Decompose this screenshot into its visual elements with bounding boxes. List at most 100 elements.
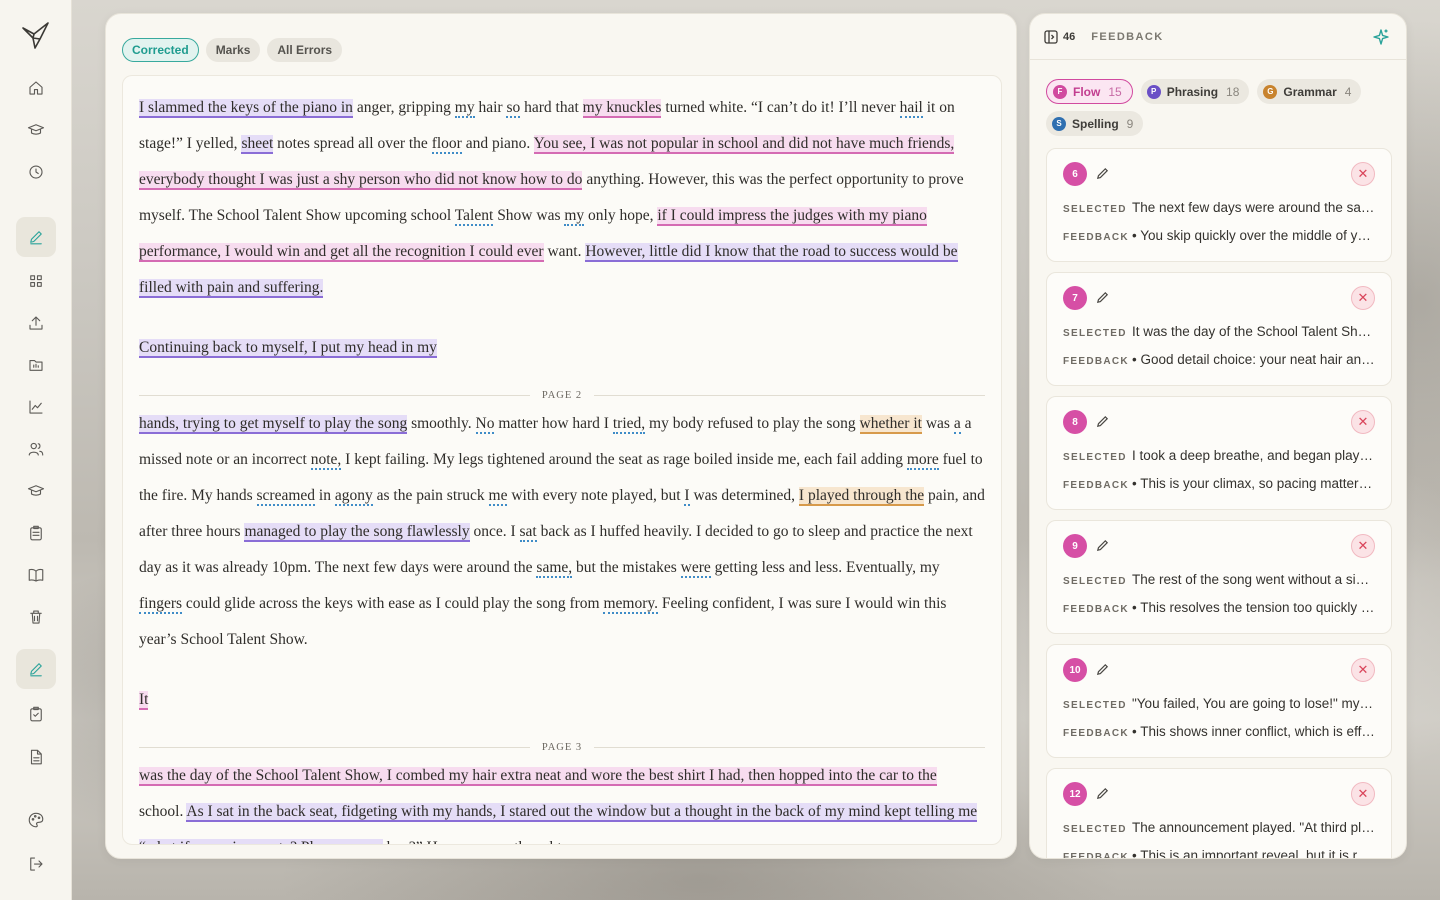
feedback-card[interactable]: 12 ✕ SELECTED The announcement played. "A… bbox=[1046, 768, 1392, 859]
feedback-card[interactable]: 8 ✕ SELECTED I took a deep breathe, and b… bbox=[1046, 396, 1392, 510]
feedback-cards: 6 ✕ SELECTED The next few days were aroun… bbox=[1046, 148, 1392, 859]
feedback-card[interactable]: 7 ✕ SELECTED It was the day of the School… bbox=[1046, 272, 1392, 386]
issue-number: 6 bbox=[1063, 162, 1087, 186]
issue-number: 10 bbox=[1063, 658, 1087, 682]
chip-count: 15 bbox=[1108, 84, 1122, 99]
chip-phrasing[interactable]: P Phrasing 18 bbox=[1140, 79, 1250, 104]
issue-number: 12 bbox=[1063, 782, 1087, 806]
chip-label: Grammar bbox=[1283, 84, 1337, 99]
pencil-icon[interactable] bbox=[1095, 662, 1110, 677]
feedback-panel: 46 FEEDBACK F Flow 15 P Phrasing 18 G Gr… bbox=[1029, 13, 1407, 859]
category-filters: F Flow 15 P Phrasing 18 G Grammar 4 S Sp… bbox=[1046, 79, 1386, 136]
home-icon[interactable] bbox=[16, 68, 56, 108]
collapse-panel-icon[interactable] bbox=[1044, 29, 1058, 44]
clipboard-icon[interactable] bbox=[16, 513, 56, 553]
dismiss-button[interactable]: ✕ bbox=[1351, 162, 1375, 186]
feedback-title: FEEDBACK bbox=[1091, 30, 1164, 43]
selected-label: SELECTED bbox=[1063, 328, 1127, 339]
users-icon[interactable] bbox=[16, 429, 56, 469]
chip-flow[interactable]: F Flow 15 bbox=[1046, 79, 1133, 104]
edit-essay-icon[interactable] bbox=[16, 649, 56, 689]
selected-text: The next few days were around the same, … bbox=[1132, 200, 1375, 215]
spelling-icon: S bbox=[1052, 116, 1066, 131]
upload-icon[interactable] bbox=[16, 303, 56, 343]
pencil-icon[interactable] bbox=[1095, 290, 1110, 305]
page-label: PAGE 2 bbox=[541, 389, 583, 401]
chip-label: Phrasing bbox=[1166, 84, 1219, 99]
essay-document[interactable]: I slammed the keys of the piano in anger… bbox=[122, 75, 1002, 845]
trash-icon[interactable] bbox=[16, 597, 56, 637]
selected-text: "You failed, You are going to lose!" my … bbox=[1132, 696, 1375, 711]
feedback-label: FEEDBACK bbox=[1063, 480, 1129, 491]
analytics-icon[interactable] bbox=[16, 387, 56, 427]
feedback-card[interactable]: 9 ✕ SELECTED The rest of the song went wi… bbox=[1046, 520, 1392, 634]
selected-text: It was the day of the School Talent Show… bbox=[1132, 324, 1375, 339]
selected-text: The rest of the song went without a sing… bbox=[1132, 572, 1375, 587]
feedback-label: FEEDBACK bbox=[1063, 728, 1129, 739]
issue-number: 9 bbox=[1063, 534, 1087, 558]
essay-paragraph[interactable]: It bbox=[139, 682, 985, 718]
chip-label: Flow bbox=[1073, 84, 1101, 99]
document-icon[interactable] bbox=[16, 737, 56, 777]
feedback-label: FEEDBACK bbox=[1063, 232, 1129, 243]
feedback-count: 46 bbox=[1063, 30, 1076, 43]
tab-corrected[interactable]: Corrected bbox=[122, 38, 199, 62]
dismiss-button[interactable]: ✕ bbox=[1351, 782, 1375, 806]
graduation-cap-icon[interactable] bbox=[16, 110, 56, 150]
issue-number: 8 bbox=[1063, 410, 1087, 434]
view-tabs: Corrected Marks All Errors bbox=[122, 38, 343, 62]
book-icon[interactable] bbox=[16, 555, 56, 595]
feedback-card[interactable]: 10 ✕ SELECTED "You failed, You are going … bbox=[1046, 644, 1392, 758]
dismiss-button[interactable]: ✕ bbox=[1351, 658, 1375, 682]
essay-paragraph[interactable]: was the day of the School Talent Show, I… bbox=[139, 758, 985, 844]
selected-label: SELECTED bbox=[1063, 452, 1127, 463]
tab-all-errors[interactable]: All Errors bbox=[267, 38, 343, 62]
chip-label: Spelling bbox=[1072, 116, 1119, 131]
feedback-label: FEEDBACK bbox=[1063, 852, 1129, 859]
write-icon[interactable] bbox=[16, 217, 56, 257]
phrasing-icon: P bbox=[1146, 84, 1161, 99]
tab-marks[interactable]: Marks bbox=[205, 38, 261, 62]
dismiss-button[interactable]: ✕ bbox=[1351, 286, 1375, 310]
folder-icon[interactable] bbox=[16, 345, 56, 385]
selected-label: SELECTED bbox=[1063, 824, 1127, 835]
history-icon[interactable] bbox=[16, 152, 56, 192]
pencil-icon[interactable] bbox=[1095, 538, 1110, 553]
essay-paragraph[interactable]: I slammed the keys of the piano in anger… bbox=[139, 90, 985, 306]
page-separator: PAGE 3 bbox=[139, 736, 985, 758]
courses-icon[interactable] bbox=[16, 471, 56, 511]
pencil-icon[interactable] bbox=[1095, 166, 1110, 181]
page-separator: PAGE 2 bbox=[139, 384, 985, 406]
editor-panel: Corrected Marks All Errors I slammed the… bbox=[105, 13, 1017, 859]
feedback-text: • This is your climax, so pacing matters… bbox=[1132, 476, 1375, 491]
essay-paragraph[interactable]: hands, trying to get myself to play the … bbox=[139, 406, 985, 658]
chip-grammar[interactable]: G Grammar 4 bbox=[1257, 79, 1362, 104]
chip-count: 18 bbox=[1226, 84, 1240, 99]
sparkle-icon[interactable] bbox=[1372, 28, 1390, 46]
selected-label: SELECTED bbox=[1063, 700, 1127, 711]
pencil-icon[interactable] bbox=[1095, 414, 1110, 429]
feedback-text: • This resolves the tension too quickly … bbox=[1132, 600, 1375, 615]
logout-icon[interactable] bbox=[16, 844, 56, 884]
logo-icon bbox=[22, 22, 49, 49]
selected-label: SELECTED bbox=[1063, 204, 1127, 215]
issue-number: 7 bbox=[1063, 286, 1087, 310]
pencil-icon[interactable] bbox=[1095, 786, 1110, 801]
feedback-text: • This shows inner conflict, which is ef… bbox=[1132, 724, 1375, 739]
dashboard-icon[interactable] bbox=[16, 261, 56, 301]
essay-paragraph[interactable]: Continuing back to myself, I put my head… bbox=[139, 330, 985, 366]
feedback-card[interactable]: 6 ✕ SELECTED The next few days were aroun… bbox=[1046, 148, 1392, 262]
feedback-label: FEEDBACK bbox=[1063, 356, 1129, 367]
grammar-icon: G bbox=[1263, 84, 1278, 99]
palette-icon[interactable] bbox=[16, 800, 56, 840]
feedback-text: • This is an important reveal, but it is… bbox=[1132, 848, 1375, 859]
feedback-text: • You skip quickly over the middle of yo… bbox=[1132, 228, 1375, 243]
selected-text: I took a deep breathe, and began playing… bbox=[1132, 448, 1375, 463]
chip-count: 9 bbox=[1126, 116, 1134, 131]
checklist-icon[interactable] bbox=[16, 694, 56, 734]
dismiss-button[interactable]: ✕ bbox=[1351, 534, 1375, 558]
dismiss-button[interactable]: ✕ bbox=[1351, 410, 1375, 434]
feedback-text: • Good detail choice: your neat hair and… bbox=[1132, 352, 1375, 367]
selected-text: The announcement played. "At third place… bbox=[1132, 820, 1375, 835]
chip-spelling[interactable]: S Spelling 9 bbox=[1046, 111, 1144, 136]
